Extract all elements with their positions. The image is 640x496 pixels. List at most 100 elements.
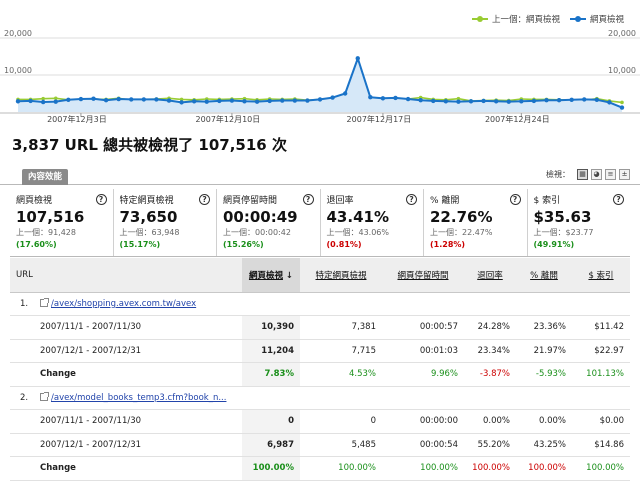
data-point-current [280, 98, 285, 103]
pie-view-icon[interactable]: ◕ [591, 169, 602, 180]
table-cell: 00:01:03 [382, 339, 464, 363]
table-cell: 24.28% [464, 315, 516, 340]
url-row: 1. /avex/shopping.avex.com.tw/avex [10, 292, 630, 316]
change-cell: 101.13% [572, 362, 630, 387]
data-point-previous [620, 100, 624, 105]
help-icon[interactable]: ? [509, 194, 521, 205]
url-link[interactable]: /avex/model_books_temp3.cfm?book_n... [51, 393, 226, 403]
scorecard-previous: 上一個：63,948 [119, 228, 180, 237]
tab-content-performance[interactable]: 內容效能 [22, 169, 69, 185]
help-icon[interactable]: ? [613, 194, 624, 205]
column-header-exit-rate[interactable]: % 離開 [516, 258, 572, 293]
change-cell: -5.93% [516, 362, 572, 387]
table-row: 2007/11/1 - 2007/11/30 10,390 7,381 00:00:5… [10, 315, 630, 340]
change-cell: 100.00% [300, 456, 382, 481]
row-index: 1. [20, 298, 29, 309]
chart-legend: 上一個：網頁檢視 網頁檢視 [471, 13, 624, 25]
data-point-current [569, 97, 574, 102]
metric-scorecards: 網頁檢視? 107,516 上一個：91,428 (17.60%) 特定網頁檢視? 73,… [10, 189, 630, 257]
column-header-pageviews[interactable]: 網頁檢視 ↓ [242, 258, 300, 293]
bar-view-icon[interactable]: ≡ [605, 169, 616, 180]
legend-swatch-previous [471, 16, 488, 22]
help-icon[interactable]: ? [95, 194, 107, 205]
help-icon[interactable]: ? [406, 194, 417, 205]
external-link-icon[interactable] [40, 391, 49, 401]
column-header-bounce-rate[interactable]: 退回率 [464, 258, 516, 293]
compare-view-icon[interactable]: ± [619, 169, 630, 180]
scorecard-title: 網頁檢視 [16, 196, 53, 206]
change-row: Change 100.00% 100.00% 100.00% 100.00% 100.00… [10, 456, 630, 481]
scorecard-previous: 上一個：00:00:42 [223, 228, 291, 237]
scorecard-value: 00:00:49 [223, 208, 298, 226]
data-point-current [141, 97, 147, 102]
data-point-current [355, 56, 360, 61]
scorecard-previous: 上一個：22.47% [430, 228, 493, 237]
chart-svg: 20,000 20,000 10,000 10,000 2007年12月3日 2007年1… [0, 29, 640, 124]
scorecard-value: 22.76% [430, 208, 493, 226]
data-point-current [468, 99, 474, 104]
scorecard-change: (1.28%) [430, 240, 466, 249]
table-cell: 00:00:00 [382, 409, 464, 434]
url-row: 2. /avex/model_books_temp3.cfm?book_n... [10, 386, 630, 410]
table-cell: 0.00% [516, 409, 572, 434]
view-selector-label: 檢視： [546, 170, 570, 179]
table-cell: 23.36% [516, 315, 572, 340]
table-cell: $11.42 [572, 315, 630, 340]
data-point-current [305, 98, 310, 103]
legend-item-current[interactable]: 網頁檢視 [569, 13, 624, 25]
data-point-current [40, 99, 46, 105]
scorecard: 退回率? 43.41% 上一個：43.06% (0.81%) [321, 189, 424, 256]
help-icon[interactable]: ? [199, 194, 210, 205]
data-point-current [166, 98, 172, 103]
data-point-current [129, 97, 134, 102]
column-header-index[interactable]: $ 索引 [572, 258, 630, 293]
x-tick-label: 2007年12月24日 [485, 114, 550, 124]
table-cell: $14.86 [572, 433, 630, 457]
table-row: 2007/11/1 - 2007/11/30 0 0 00:00:00 0.00% 0.0… [10, 409, 630, 434]
url-link[interactable]: /avex/shopping.avex.com.tw/avex [51, 299, 196, 309]
legend-label-previous: 上一個：網頁檢視 [491, 15, 560, 25]
sort-link-pageviews[interactable]: 網頁檢視 [249, 271, 283, 281]
table-row: 2007/12/1 - 2007/12/31 6,987 5,485 00:00:54… [10, 433, 630, 457]
external-link-icon[interactable] [40, 297, 49, 307]
table-cell: 7,381 [300, 315, 382, 340]
data-point-current [481, 98, 486, 104]
table-header-row: URL 網頁檢視 ↓ 特定網頁檢視 網頁停留時間 退回率 % 離開 $ 索引 [10, 258, 630, 293]
data-point-current [15, 99, 21, 104]
y-tick-label-right: 20,000 [608, 29, 636, 38]
table-cell: 10,390 [242, 315, 300, 340]
scorecard: 特定網頁檢視? 73,650 上一個：63,948 (15.17%) [114, 189, 217, 256]
legend-item-previous[interactable]: 上一個：網頁檢視 [471, 13, 560, 25]
table-cell: 55.20% [464, 433, 516, 457]
table-cell: 0 [300, 409, 382, 434]
change-label: Change [10, 362, 242, 387]
url-cell: 1. /avex/shopping.avex.com.tw/avex [10, 292, 630, 316]
data-point-current [619, 105, 625, 110]
data-point-current [506, 99, 511, 104]
row-index: 2. [20, 392, 29, 403]
data-point-current [267, 98, 272, 104]
y-tick-label-left: 10,000 [4, 66, 32, 75]
pageviews-chart[interactable]: 20,000 20,000 10,000 10,000 2007年12月3日 2007年1… [0, 28, 640, 124]
change-cell: 100.00% [516, 456, 572, 481]
x-tick-label: 2007年12月17日 [347, 114, 412, 124]
table-cell: $22.97 [572, 339, 630, 363]
scorecard-value: 73,650 [119, 208, 178, 226]
column-header-time-on-page[interactable]: 網頁停留時間 [382, 258, 464, 293]
view-selector: 檢視： ▦ ◕ ≡ ± [546, 169, 630, 180]
column-header-unique-pageviews[interactable]: 特定網頁檢視 [300, 258, 382, 293]
table-cell: 00:00:54 [382, 433, 464, 457]
scorecard-previous: 上一個：91,428 [16, 228, 76, 237]
change-cell: 100.00% [382, 456, 464, 481]
scorecard-title: % 離開 [430, 196, 460, 206]
data-point-current [342, 91, 348, 96]
data-point-current [393, 95, 398, 101]
help-icon[interactable]: ? [302, 194, 314, 205]
scorecard: 網頁檢視? 107,516 上一個：91,428 (17.60%) [10, 189, 114, 256]
table-view-icon[interactable]: ▦ [577, 169, 588, 180]
data-point-current [78, 96, 84, 102]
table-cell: 43.25% [516, 433, 572, 457]
series-area-current [18, 58, 622, 112]
legend-label-current: 網頁檢視 [589, 15, 624, 25]
data-point-current [179, 100, 184, 105]
